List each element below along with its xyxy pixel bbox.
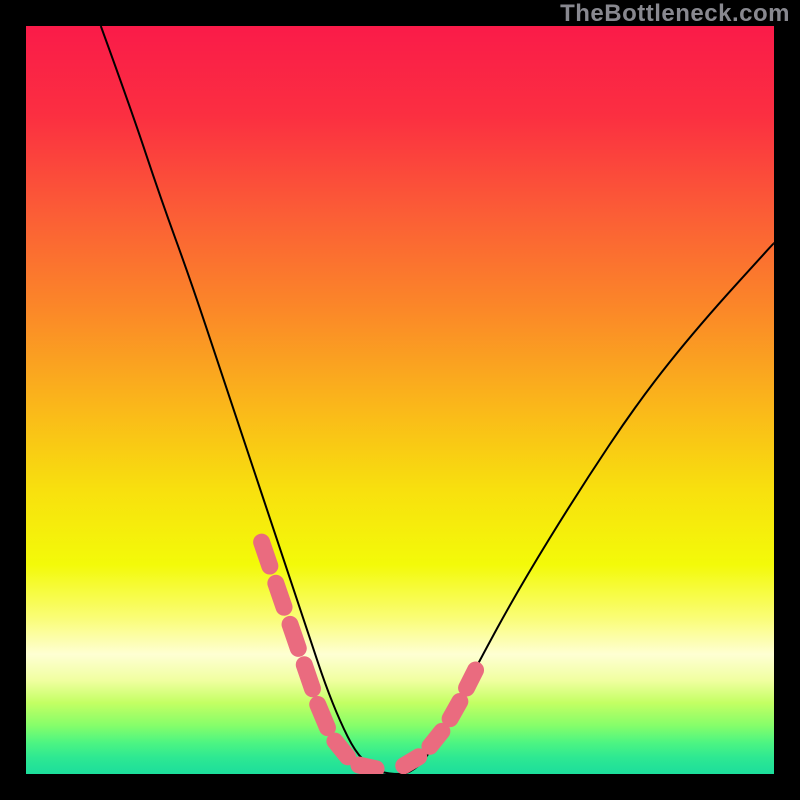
chart-frame bbox=[26, 26, 774, 774]
chart-background bbox=[26, 26, 774, 774]
watermark-text: TheBottleneck.com bbox=[560, 0, 790, 28]
chart-svg bbox=[26, 26, 774, 774]
